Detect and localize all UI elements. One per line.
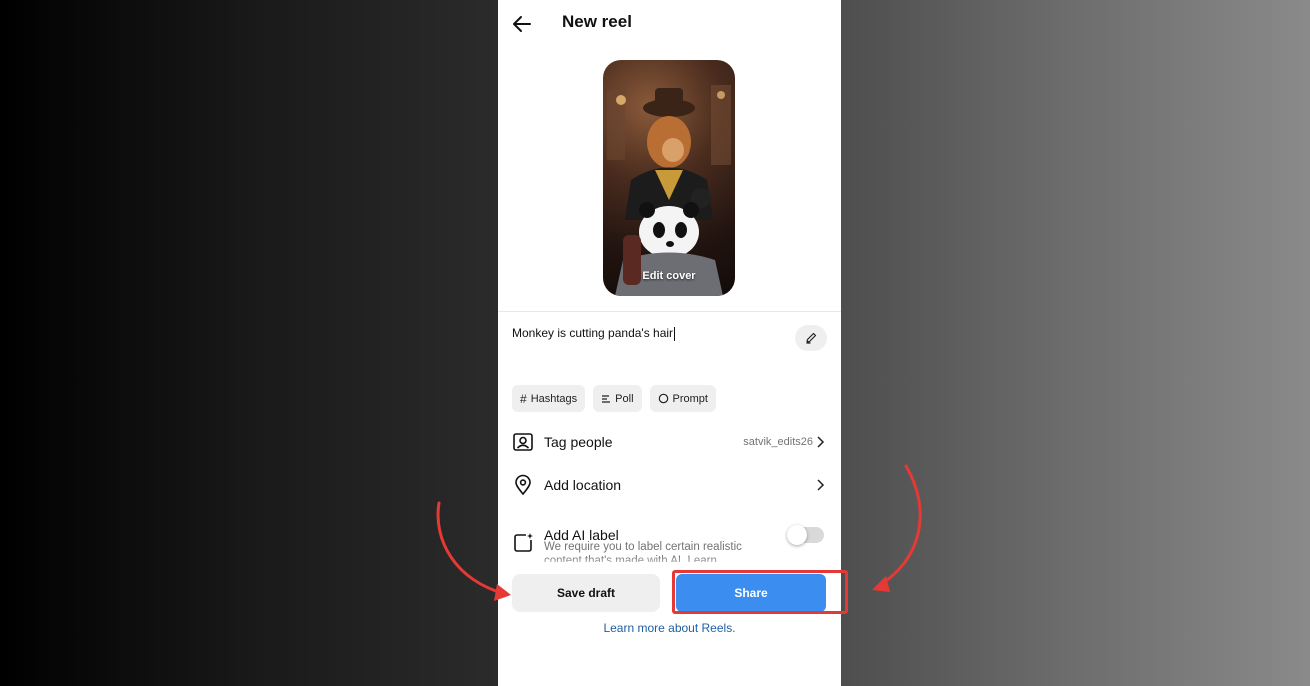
caption-input[interactable]: Monkey is cutting panda's hair bbox=[512, 326, 676, 341]
chevron-right-icon bbox=[817, 436, 825, 448]
prompt-chip[interactable]: Prompt bbox=[649, 385, 716, 412]
pencil-icon bbox=[806, 332, 817, 344]
tag-person-icon bbox=[512, 431, 534, 453]
toggle-knob bbox=[787, 525, 807, 545]
poll-icon bbox=[602, 394, 611, 403]
chevron-right-icon bbox=[817, 479, 825, 491]
divider bbox=[498, 311, 841, 312]
text-cursor bbox=[674, 326, 676, 341]
chip-label: Hashtags bbox=[530, 392, 578, 405]
learn-more-reels-link[interactable]: Learn more about Reels. bbox=[498, 621, 841, 635]
poll-chip[interactable]: Poll bbox=[593, 385, 642, 412]
caption-text: Monkey is cutting panda's hair bbox=[512, 326, 674, 340]
chip-label: Prompt bbox=[672, 392, 708, 405]
location-pin-icon bbox=[512, 474, 534, 496]
cover-image bbox=[607, 85, 731, 296]
caption-chips: # Hashtags Poll Prompt bbox=[512, 385, 716, 412]
right-annotation-arrow-icon bbox=[872, 464, 922, 592]
tag-people-row[interactable]: Tag people satvik_edits26 bbox=[512, 431, 827, 453]
chip-label: Poll bbox=[615, 392, 634, 405]
page-title: New reel bbox=[562, 12, 632, 31]
hash-icon: # bbox=[520, 391, 527, 406]
cover-thumbnail[interactable]: Edit cover bbox=[603, 60, 735, 296]
tag-people-label: Tag people bbox=[544, 434, 613, 450]
edit-caption-button[interactable] bbox=[795, 325, 827, 351]
add-location-row[interactable]: Add location bbox=[512, 474, 827, 496]
add-location-label: Add location bbox=[544, 477, 622, 493]
share-highlight-box bbox=[672, 570, 848, 614]
prompt-icon bbox=[658, 393, 668, 404]
left-annotation-arrow-icon bbox=[436, 501, 511, 601]
tagged-username: satvik_edits26 bbox=[743, 436, 813, 448]
ai-label-toggle[interactable] bbox=[787, 525, 824, 545]
edit-cover-label[interactable]: Edit cover bbox=[603, 270, 735, 282]
back-arrow-icon[interactable] bbox=[510, 12, 534, 36]
hashtags-chip[interactable]: # Hashtags bbox=[512, 385, 586, 412]
save-draft-button[interactable]: Save draft bbox=[512, 574, 660, 612]
